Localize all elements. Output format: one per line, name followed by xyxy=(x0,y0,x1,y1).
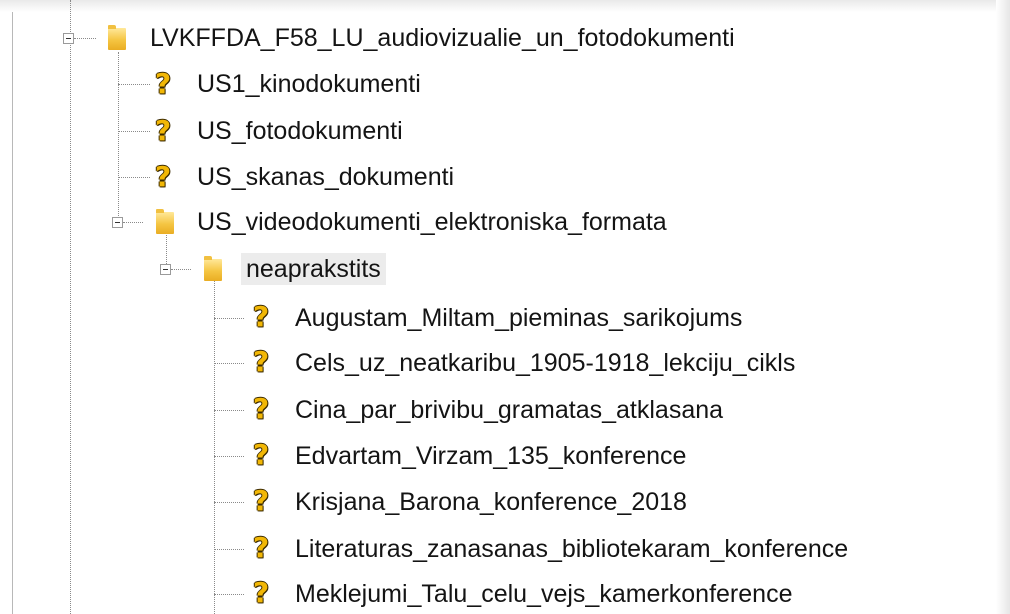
tree-view-panel: LVKFFDA_F58_LU_audiovizualie_un_fotodoku… xyxy=(0,0,1010,614)
tree-node-label[interactable]: US1_kinodokumenti xyxy=(197,68,421,100)
tree-connector-line xyxy=(171,269,191,270)
tree-connector-line xyxy=(118,131,150,132)
tree-connector-line xyxy=(214,280,215,614)
tree-connector-line xyxy=(166,232,167,264)
unknown-question-icon: ? xyxy=(154,67,172,100)
tree-connector-line xyxy=(70,0,71,614)
tree-node-label-selected[interactable]: neaprakstits xyxy=(241,253,386,285)
collapse-toggle-icon[interactable] xyxy=(63,33,74,44)
tree-connector-line xyxy=(118,177,150,178)
tree-node-label[interactable]: Krisjana_Barona_konference_2018 xyxy=(295,486,687,518)
tree-node-label[interactable]: US_fotodokumenti xyxy=(197,115,403,147)
tree-connector-line xyxy=(214,594,244,595)
tree-connector-line xyxy=(214,410,244,411)
tree-connector-line xyxy=(74,38,96,39)
unknown-question-icon: ? xyxy=(252,438,270,471)
unknown-question-icon: ? xyxy=(154,160,172,193)
collapse-toggle-icon[interactable] xyxy=(160,264,171,275)
unknown-question-icon: ? xyxy=(252,484,270,517)
tree-connector-line xyxy=(214,456,244,457)
tree-connector-line xyxy=(123,222,143,223)
tree-connector-line xyxy=(214,502,244,503)
folder-tree: LVKFFDA_F58_LU_audiovizualie_un_fotodoku… xyxy=(0,0,1010,614)
tree-node-label[interactable]: Edvartam_Virzam_135_konference xyxy=(295,440,686,472)
folder-icon xyxy=(204,256,222,281)
unknown-question-icon: ? xyxy=(252,576,270,609)
unknown-question-icon: ? xyxy=(252,531,270,564)
tree-node-label[interactable]: US_videodokumenti_elektroniska_formata xyxy=(197,206,667,238)
tree-node-label[interactable]: Cels_uz_neatkaribu_1905-1918_lekciju_cik… xyxy=(295,347,795,379)
tree-connector-line xyxy=(118,52,119,222)
unknown-question-icon: ? xyxy=(154,114,172,147)
tree-node-label[interactable]: Literaturas_zanasanas_bibliotekaram_konf… xyxy=(295,533,848,565)
tree-connector-line xyxy=(214,318,244,319)
collapse-toggle-icon[interactable] xyxy=(112,217,123,228)
tree-connector-line xyxy=(214,363,244,364)
tree-node-label[interactable]: US_skanas_dokumenti xyxy=(197,161,454,193)
tree-node-label[interactable]: Meklejumi_Talu_celu_vejs_kamerkonference xyxy=(295,578,792,610)
unknown-question-icon: ? xyxy=(252,300,270,333)
tree-connector-line xyxy=(214,549,244,550)
tree-node-label[interactable]: LVKFFDA_F58_LU_audiovizualie_un_fotodoku… xyxy=(150,22,735,54)
tree-connector-line xyxy=(118,84,150,85)
tree-node-label[interactable]: Augustam_Miltam_pieminas_sarikojums xyxy=(295,302,742,334)
folder-icon xyxy=(108,25,126,50)
tree-node-label[interactable]: Cina_par_brivibu_gramatas_atklasana xyxy=(295,394,723,426)
unknown-question-icon: ? xyxy=(252,345,270,378)
folder-icon xyxy=(156,209,174,234)
unknown-question-icon: ? xyxy=(252,392,270,425)
